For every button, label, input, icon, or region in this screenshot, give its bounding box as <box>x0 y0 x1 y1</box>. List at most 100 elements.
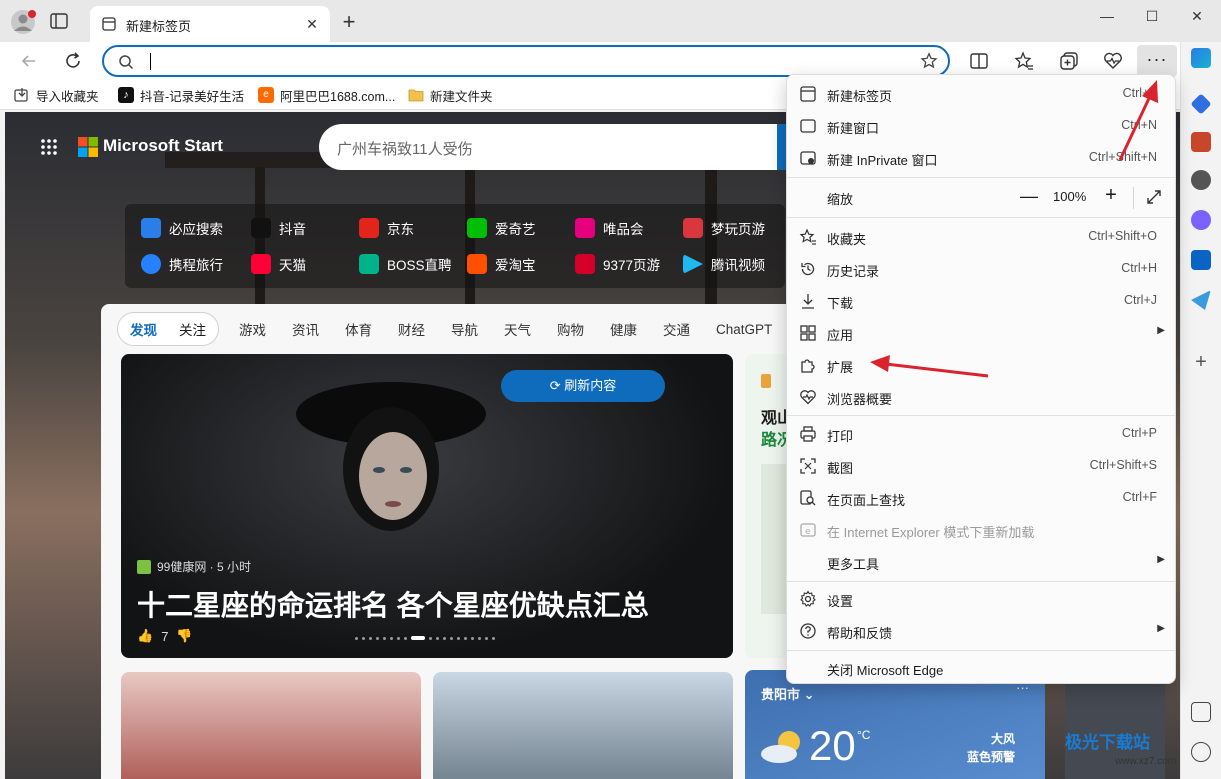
menu-item-new-window[interactable]: 新建窗口 Ctrl+N <box>787 110 1175 142</box>
carousel-dot[interactable] <box>450 636 453 640</box>
carousel-dot[interactable] <box>404 636 407 640</box>
menu-item-help-and-feedback[interactable]: 帮助和反馈 ▶ <box>787 615 1175 647</box>
quick-link[interactable]: 爱奇艺 <box>467 218 536 238</box>
close-window-button[interactable]: ✕ <box>1182 6 1212 26</box>
quick-link[interactable]: 抖音 <box>251 218 306 238</box>
carousel-dot[interactable] <box>355 636 358 640</box>
fullscreen-icon[interactable] <box>1145 188 1163 206</box>
carousel-dot[interactable] <box>429 636 432 640</box>
quick-link[interactable]: 天猫 <box>251 254 306 274</box>
quick-link[interactable]: 腾讯视频 <box>683 254 765 274</box>
outlook-icon[interactable] <box>1191 250 1211 270</box>
favorites-toolbar-icon[interactable] <box>1013 50 1035 72</box>
article-title[interactable]: 十二星座的命运排名 各个星座优缺点汇总 <box>137 584 649 624</box>
web-search-input[interactable]: 广州车祸致11人受伤 <box>319 124 789 170</box>
quick-link[interactable]: BOSS直聘 <box>359 254 452 274</box>
menu-item-new-inprivate-window[interactable]: 新建 InPrivate 窗口 Ctrl+Shift+N <box>787 142 1175 174</box>
add-favorite-icon[interactable] <box>920 52 938 70</box>
maximize-button[interactable]: ☐ <box>1137 6 1167 26</box>
menu-item-browser-essentials[interactable]: 浏览器概要 <box>787 381 1175 413</box>
carousel-dot[interactable] <box>376 636 379 640</box>
thumbs-down-icon[interactable]: 👎 <box>176 628 192 644</box>
news-card-image[interactable] <box>433 672 733 779</box>
copilot-icon[interactable] <box>1191 48 1211 68</box>
add-sidebar-app-icon[interactable]: + <box>1191 352 1211 372</box>
quick-link[interactable]: 9377页游 <box>575 254 660 274</box>
menu-item-screenshot[interactable]: 截图 Ctrl+Shift+S <box>787 450 1175 482</box>
menu-item-close-edge[interactable]: 关闭 Microsoft Edge <box>787 652 1175 684</box>
new-tab-button[interactable]: + <box>338 11 360 34</box>
tools-icon[interactable] <box>1191 132 1211 152</box>
feed-tab[interactable]: 游戏 <box>239 319 266 339</box>
bookmark-alibaba[interactable]: e 阿里巴巴1688.com... <box>258 86 395 104</box>
browser-essentials-toolbar-icon[interactable] <box>1102 50 1124 72</box>
quick-link[interactable]: 爱淘宝 <box>467 254 536 274</box>
carousel-dot[interactable] <box>485 636 488 640</box>
quick-link[interactable]: 唯品会 <box>575 218 644 238</box>
carousel-dot[interactable] <box>397 636 400 640</box>
zoom-out-button[interactable]: — <box>1019 187 1039 207</box>
quick-link[interactable]: 携程旅行 <box>141 254 223 274</box>
tab-actions-icon[interactable] <box>50 13 68 29</box>
app-launcher-icon[interactable] <box>40 138 58 156</box>
split-screen-icon[interactable] <box>968 50 990 72</box>
carousel-dot[interactable] <box>383 636 386 640</box>
feed-tab[interactable]: ChatGPT <box>716 322 772 337</box>
carousel-dot[interactable] <box>436 636 439 640</box>
address-bar[interactable] <box>102 45 950 77</box>
refresh-icon[interactable] <box>62 50 84 72</box>
feed-tab[interactable]: 财经 <box>398 319 425 339</box>
bookmark-douyin[interactable]: ♪ 抖音-记录美好生活 <box>118 86 244 104</box>
weather-city[interactable]: 贵阳市 ⌄ <box>761 684 815 703</box>
menu-item-find-on-page[interactable]: 在页面上查找 Ctrl+F <box>787 482 1175 514</box>
hero-article[interactable]: ⟳ 刷新内容 99健康网 · 5 小时 十二星座的命运排名 各个星座优缺点汇总 … <box>121 354 733 658</box>
back-icon[interactable] <box>18 50 40 72</box>
refresh-content-button[interactable]: ⟳ 刷新内容 <box>501 370 665 402</box>
menu-item-apps[interactable]: 应用 ▶ <box>787 317 1175 349</box>
quick-link[interactable]: 京东 <box>359 218 414 238</box>
feed-tab[interactable]: 天气 <box>504 319 531 339</box>
carousel-dot[interactable] <box>457 636 460 640</box>
send-icon[interactable] <box>1191 290 1211 310</box>
carousel-dot[interactable] <box>471 636 474 640</box>
menu-item-print[interactable]: 打印 Ctrl+P <box>787 418 1175 450</box>
feed-tab[interactable]: 交通 <box>663 319 690 339</box>
collections-icon[interactable] <box>1058 50 1080 72</box>
feed-tab[interactable]: 导航 <box>451 319 478 339</box>
thumbs-up-icon[interactable]: 👍 <box>137 628 153 644</box>
carousel-dot[interactable] <box>443 636 446 640</box>
tab-following[interactable]: 关注 <box>179 319 206 339</box>
feed-tab[interactable]: 健康 <box>610 319 637 339</box>
microsoft365-icon[interactable] <box>1191 210 1211 230</box>
shopping-tag-icon[interactable] <box>1190 93 1212 115</box>
menu-item-downloads[interactable]: 下载 Ctrl+J <box>787 285 1175 317</box>
zoom-in-button[interactable]: + <box>1101 185 1121 205</box>
carousel-dot[interactable] <box>478 636 481 640</box>
tab-close-icon[interactable]: ✕ <box>304 16 320 32</box>
carousel-dot[interactable] <box>390 636 393 640</box>
bookmark-folder[interactable]: 新建文件夹 <box>408 86 493 104</box>
menu-item-settings[interactable]: 设置 <box>787 583 1175 615</box>
feed-tab[interactable]: 资讯 <box>292 319 319 339</box>
weather-card[interactable]: 贵阳市 ⌄ ··· 20 °C 大风 蓝色预警 <box>745 670 1045 779</box>
carousel-dot[interactable] <box>492 636 495 640</box>
carousel-dot[interactable] <box>362 636 365 640</box>
profile-avatar-icon[interactable] <box>10 8 38 36</box>
sidebar-screenshot-icon[interactable] <box>1191 702 1211 722</box>
quick-link[interactable]: 必应搜索 <box>141 218 223 238</box>
sidebar-settings-icon[interactable] <box>1191 742 1211 762</box>
feed-tab[interactable]: 购物 <box>557 319 584 339</box>
weather-alert-level[interactable]: 蓝色预警 <box>967 748 1015 765</box>
feed-tab[interactable]: 体育 <box>345 319 372 339</box>
menu-item-new-tab[interactable]: 新建标签页 Ctrl+T <box>787 78 1175 110</box>
quick-link[interactable]: 梦玩页游 <box>683 218 765 238</box>
games-icon[interactable] <box>1191 170 1211 190</box>
menu-item-history[interactable]: 历史记录 Ctrl+H <box>787 253 1175 285</box>
carousel-dot[interactable] <box>464 636 467 640</box>
menu-item-more-tools[interactable]: 更多工具 ▶ <box>787 546 1175 578</box>
bookmark-import[interactable]: 导入收藏夹 <box>14 86 99 104</box>
tab-new-tab[interactable]: 新建标签页 ✕ <box>90 6 330 42</box>
settings-and-more-button[interactable]: ··· <box>1137 45 1177 77</box>
menu-item-extensions[interactable]: 扩展 <box>787 349 1175 381</box>
carousel-dot-active[interactable] <box>411 636 425 640</box>
